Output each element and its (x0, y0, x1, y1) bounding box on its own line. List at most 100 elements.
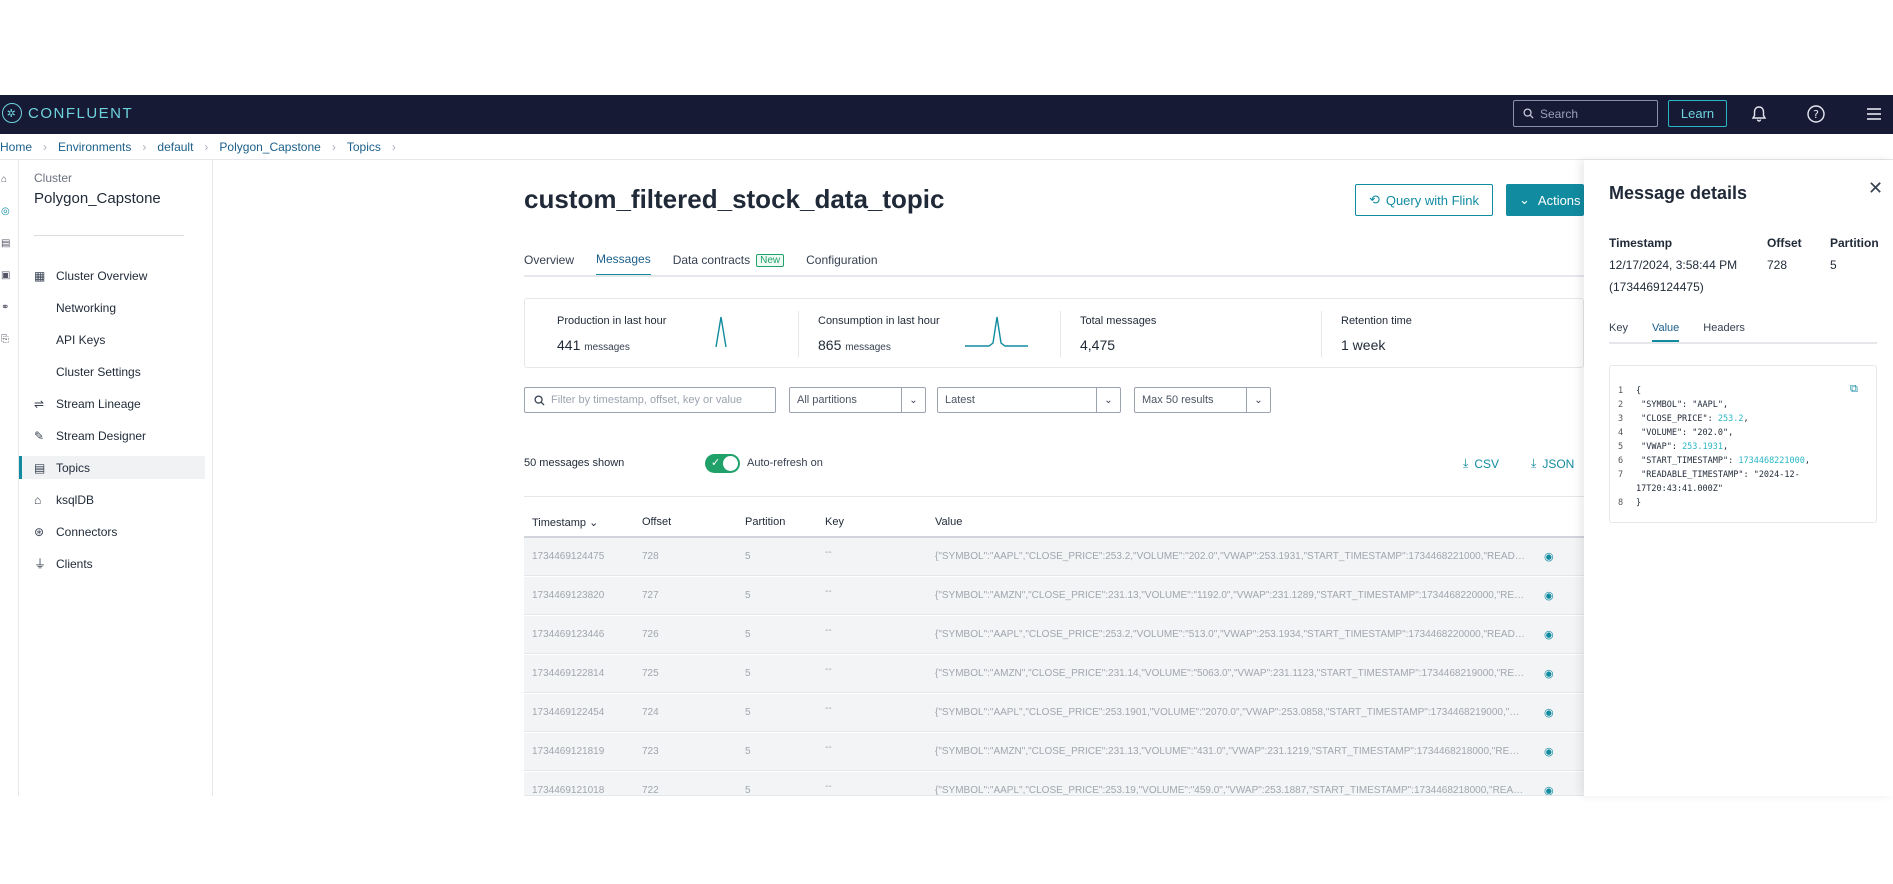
breadcrumb-topics[interactable]: Topics (347, 140, 381, 154)
sidebar-item-topics[interactable]: ▤ Topics (19, 456, 205, 479)
production-sparkline (715, 316, 727, 348)
cell-offset: 724 (642, 707, 659, 718)
cell-value: {"SYMBOL":"AAPL","CLOSE_PRICE":253.19,"V… (935, 785, 1525, 796)
column-header-timestamp[interactable]: Timestamp ⌄ (532, 516, 598, 529)
breadcrumb-cluster[interactable]: Polygon_Capstone (219, 140, 320, 154)
auto-refresh-toggle[interactable]: ✓ (705, 454, 740, 473)
global-search-input[interactable]: Search (1513, 100, 1658, 127)
code-line: 3 "CLOSE_PRICE": 253.2, (1618, 414, 1749, 424)
cell-timestamp: 1734469123820 (532, 590, 605, 601)
table-row[interactable]: 1734469122814 725 5 -- {"SYMBOL":"AMZN",… (524, 655, 1584, 693)
max-results-select[interactable]: Max 50 results ⌄ (1134, 387, 1271, 413)
partitions-select[interactable]: All partitions ⌄ (789, 387, 926, 413)
tab-overview[interactable]: Overview (524, 252, 574, 276)
cell-offset: 723 (642, 746, 659, 757)
message-filter-input[interactable]: Filter by timestamp, offset, key or valu… (524, 387, 776, 413)
document-icon[interactable]: ▤ (1, 238, 13, 250)
chevron-right-icon: › (331, 140, 336, 154)
topics-icon: ▤ (34, 460, 46, 475)
query-with-flink-button[interactable]: ⟲ Query with Flink (1355, 184, 1493, 216)
sidebar-item-ksqldb[interactable]: ⌂ ksqlDB (19, 488, 205, 511)
tab-data-contracts[interactable]: Data contracts New (673, 252, 785, 276)
table-row[interactable]: 1734469121819 723 5 -- {"SYMBOL":"AMZN",… (524, 733, 1584, 771)
menu-icon[interactable] (1862, 102, 1886, 126)
home-icon[interactable]: ⌂ (1, 174, 13, 186)
breadcrumb: Home › Environments › default › Polygon_Cap… (0, 135, 407, 159)
breadcrumb-environment[interactable]: default (157, 140, 193, 154)
data-portal-icon[interactable]: ▣ (1, 270, 13, 282)
table-row[interactable]: 1734469123820 727 5 -- {"SYMBOL":"AMZN",… (524, 577, 1584, 615)
offset-position-select[interactable]: Latest ⌄ (937, 387, 1121, 413)
tab-value[interactable]: Value (1651, 322, 1680, 342)
search-icon (534, 394, 545, 406)
cell-partition: 5 (745, 746, 751, 757)
environments-icon[interactable]: ◎ (1, 206, 13, 218)
sort-chevron-icon: ⌄ (589, 517, 599, 529)
sidebar-item-cluster-settings[interactable]: Cluster Settings (19, 360, 205, 383)
sidebar-item-label: Cluster Settings (56, 364, 141, 379)
sidebar-item-clients[interactable]: ⏚ Clients (19, 552, 205, 575)
dashboard-icon: ▦ (34, 268, 46, 283)
cell-value: {"SYMBOL":"AAPL","CLOSE_PRICE":253.2,"VO… (935, 551, 1525, 562)
table-row[interactable]: 1734469122454 724 5 -- {"SYMBOL":"AAPL",… (524, 694, 1584, 732)
confluent-logo[interactable]: ✲ CONFLUENT (2, 103, 133, 123)
sidebar-item-label: Clients (56, 556, 93, 571)
eye-icon[interactable]: ◉ (1544, 550, 1554, 563)
sidebar-item-label: Stream Lineage (56, 396, 141, 411)
download-csv-button[interactable]: ⤓ CSV (1463, 456, 1499, 471)
chevron-right-icon: › (391, 140, 396, 154)
download-json-button[interactable]: ⤓ JSON (1531, 456, 1574, 471)
table-row[interactable]: 1734469121018 722 5 -- {"SYMBOL":"AAPL",… (524, 772, 1584, 796)
billing-icon[interactable]: ⎘ (1, 334, 13, 346)
sidebar-item-connectors[interactable]: ⊛ Connectors (19, 520, 205, 543)
sidebar-item-api-keys[interactable]: API Keys (19, 328, 205, 351)
cell-key: -- (825, 625, 832, 636)
eye-icon[interactable]: ◉ (1544, 745, 1554, 758)
actions-label: Actions (1537, 192, 1581, 208)
consumption-label: Consumption in last hour (818, 315, 940, 327)
breadcrumb-environments[interactable]: Environments (58, 140, 131, 154)
cluster-sidebar: Cluster Polygon_Capstone ▦ Cluster Overv… (19, 160, 213, 796)
eye-icon[interactable]: ◉ (1544, 589, 1554, 602)
learn-button[interactable]: Learn (1668, 100, 1727, 127)
plug-icon: ⏚ (34, 557, 47, 571)
column-header-partition: Partition (745, 516, 786, 528)
eye-icon[interactable]: ◉ (1544, 628, 1554, 641)
tab-messages[interactable]: Messages (596, 252, 651, 276)
sidebar-item-stream-designer[interactable]: ✎ Stream Designer (19, 424, 205, 447)
cell-timestamp: 1734469122814 (532, 668, 605, 679)
sidebar-item-networking[interactable]: Networking (19, 296, 205, 319)
stream-icon[interactable]: ⚭ (1, 302, 13, 314)
tab-key[interactable]: Key (1609, 322, 1628, 342)
max-results-value: Max 50 results (1142, 394, 1214, 406)
page-title: custom_filtered_stock_data_topic (524, 184, 945, 214)
sidebar-divider (34, 235, 184, 236)
query-with-flink-label: Query with Flink (1385, 192, 1480, 208)
sidebar-item-stream-lineage[interactable]: ⇌ Stream Lineage (19, 392, 205, 415)
copy-icon[interactable]: ⧉ (1850, 382, 1858, 396)
actions-button[interactable]: ⌄ Actions (1506, 184, 1584, 216)
tab-headers[interactable]: Headers (1703, 322, 1745, 342)
column-header-value: Value (935, 516, 963, 528)
tabs-divider (524, 275, 1584, 277)
eye-icon[interactable]: ◉ (1544, 706, 1554, 719)
production-value: 441 messages (557, 337, 630, 353)
close-icon[interactable]: ✕ (1868, 178, 1883, 199)
eye-icon[interactable]: ◉ (1544, 784, 1554, 795)
cell-partition: 5 (745, 629, 751, 640)
cell-partition: 5 (745, 785, 751, 796)
consumption-count: 865 (818, 337, 842, 353)
sidebar-item-cluster-overview[interactable]: ▦ Cluster Overview (19, 264, 205, 287)
tag-icon: ⌂ (34, 492, 42, 507)
sidebar-item-label: Cluster Overview (56, 268, 148, 283)
table-row[interactable]: 1734469123446 726 5 -- {"SYMBOL":"AAPL",… (524, 616, 1584, 654)
tab-configuration[interactable]: Configuration (806, 252, 877, 276)
offset-position-value: Latest (945, 394, 975, 406)
help-icon[interactable]: ? (1804, 102, 1828, 126)
consumption-sparkline (965, 316, 1028, 347)
table-row[interactable]: 1734469124475 728 5 -- {"SYMBOL":"AAPL",… (524, 538, 1584, 576)
breadcrumb-home[interactable]: Home (0, 140, 32, 154)
eye-icon[interactable]: ◉ (1544, 667, 1554, 680)
bell-icon[interactable] (1747, 102, 1771, 126)
filter-placeholder: Filter by timestamp, offset, key or valu… (551, 394, 743, 406)
